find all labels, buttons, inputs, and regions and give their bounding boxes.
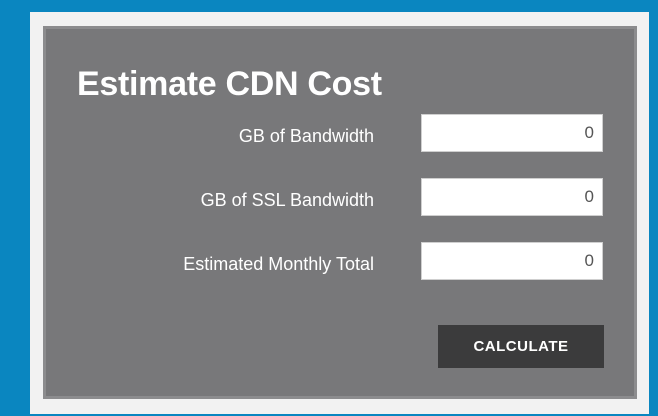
calculate-button[interactable]: CALCULATE <box>438 325 604 368</box>
monthly-total-output[interactable] <box>421 242 603 280</box>
calculator-title: Estimate CDN Cost <box>77 65 382 103</box>
bandwidth-label: GB of Bandwidth <box>238 126 374 146</box>
bandwidth-input[interactable] <box>421 114 603 152</box>
ssl-bandwidth-input[interactable] <box>421 178 603 216</box>
monthly-total-label: Estimated Monthly Total <box>183 254 374 274</box>
ssl-bandwidth-label: GB of SSL Bandwidth <box>200 190 374 210</box>
